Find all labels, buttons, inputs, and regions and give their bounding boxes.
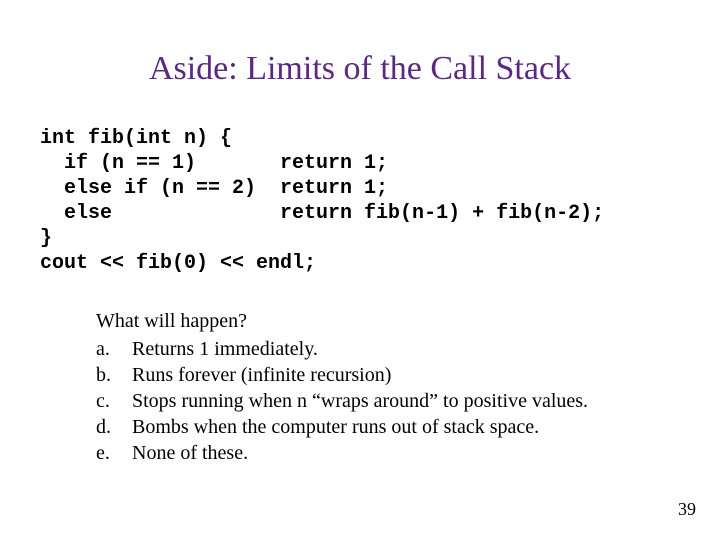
- question-block: What will happen? a. Returns 1 immediate…: [40, 308, 680, 466]
- slide-title: Aside: Limits of the Call Stack: [40, 50, 680, 88]
- option-letter: e.: [96, 440, 132, 466]
- option-text: Stops running when n “wraps around” to p…: [132, 388, 680, 414]
- question-text: What will happen?: [96, 308, 680, 334]
- code-block: int fib(int n) { if (n == 1) return 1; e…: [40, 126, 680, 276]
- option-a: a. Returns 1 immediately.: [96, 336, 680, 362]
- option-text: None of these.: [132, 440, 680, 466]
- option-text: Runs forever (infinite recursion): [132, 362, 680, 388]
- option-letter: b.: [96, 362, 132, 388]
- option-letter: c.: [96, 388, 132, 414]
- option-d: d. Bombs when the computer runs out of s…: [96, 414, 680, 440]
- option-text: Returns 1 immediately.: [132, 336, 680, 362]
- option-c: c. Stops running when n “wraps around” t…: [96, 388, 680, 414]
- option-text: Bombs when the computer runs out of stac…: [132, 414, 680, 440]
- slide: Aside: Limits of the Call Stack int fib(…: [0, 0, 720, 540]
- option-letter: d.: [96, 414, 132, 440]
- option-b: b. Runs forever (infinite recursion): [96, 362, 680, 388]
- option-e: e. None of these.: [96, 440, 680, 466]
- option-letter: a.: [96, 336, 132, 362]
- page-number: 39: [678, 499, 696, 520]
